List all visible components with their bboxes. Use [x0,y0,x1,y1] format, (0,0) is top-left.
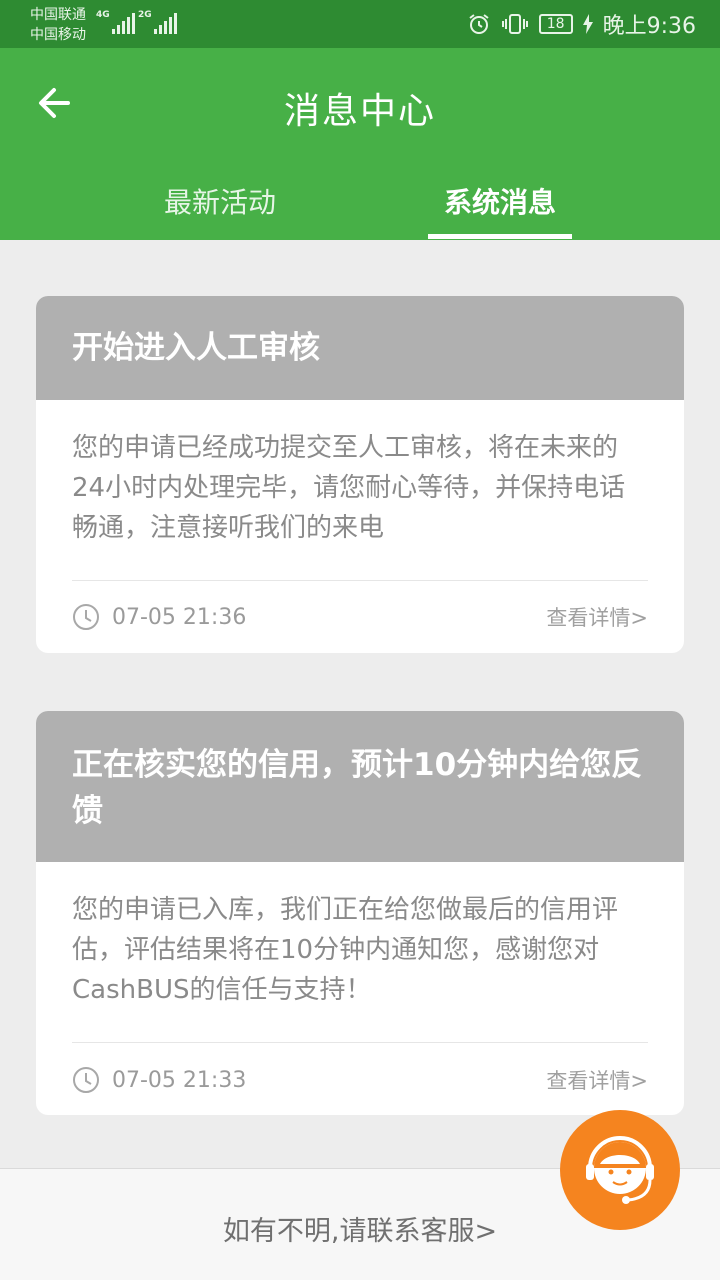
charging-icon [582,14,593,34]
message-card[interactable]: 正在核实您的信用，预计10分钟内给您反馈 您的申请已入库，我们正在给您做最后的信… [36,711,684,1115]
signal-2-icon: 2G [138,10,177,34]
view-details-link[interactable]: 查看详情> [546,1065,648,1095]
status-right: 18 晚上9:36 [467,8,696,40]
message-title: 开始进入人工审核 [36,296,684,400]
signal-1-icon: 4G [96,10,135,34]
carrier-info: 中国联通 中国移动 [30,5,86,45]
card-divider [72,1042,648,1043]
view-details-link[interactable]: 查看详情> [546,602,648,632]
message-time: 07-05 21:36 [112,604,247,630]
message-card[interactable]: 开始进入人工审核 您的申请已经成功提交至人工审核，将在未来的24小时内处理完毕，… [36,296,684,653]
active-tab-indicator [428,234,572,239]
battery-icon: 18 [538,14,573,34]
customer-service-button[interactable] [560,1110,680,1230]
card-divider [72,580,648,581]
clock-time: 晚上9:36 [602,14,696,39]
clock-icon [73,1067,99,1093]
message-title: 正在核实您的信用，预计10分钟内给您反馈 [36,711,684,862]
vibrate-icon [501,14,528,34]
tab-system-messages[interactable]: 系统消息 [405,181,595,221]
status-bar: 中国联通 中国移动 4G 2G 18 晚上9:36 [0,0,720,48]
carrier-2: 中国移动 [30,27,86,43]
message-body: 您的申请已经成功提交至人工审核，将在未来的24小时内处理完毕，请您耐心等待，并保… [72,433,626,543]
message-body: 您的申请已入库，我们正在给您做最后的信用评估，评估结果将在10分钟内通知您，感谢… [72,895,619,1005]
customer-service-icon [586,1136,654,1204]
message-time: 07-05 21:33 [112,1067,247,1093]
tab-latest-activity[interactable]: 最新活动 [125,181,315,221]
message-footer: 07-05 21:36 查看详情> [72,597,648,637]
message-footer: 07-05 21:33 查看详情> [72,1060,648,1100]
page-title: 消息中心 [283,91,436,132]
alarm-icon [469,14,489,34]
app-header: 消息中心 最新活动 系统消息 [0,48,720,240]
clock-icon [73,604,99,630]
carrier-1: 中国联通 [30,7,86,23]
